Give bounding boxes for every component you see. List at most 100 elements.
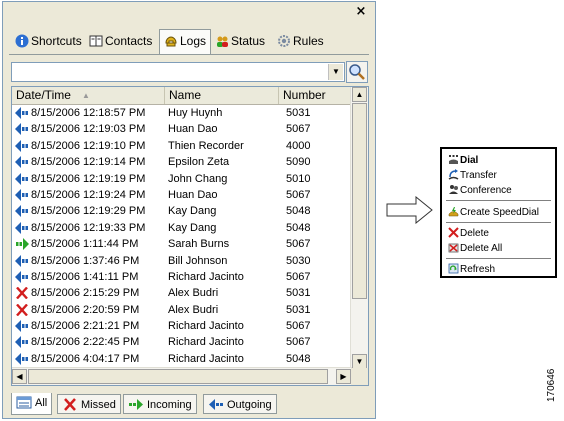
column-header-datetime[interactable]: Date/Time ▲ — [12, 87, 165, 104]
scroll-up-button[interactable]: ▲ — [352, 87, 367, 102]
tab-label: Contacts — [105, 34, 153, 48]
table-row[interactable]: 8/15/2006 12:19:24 PM Huan Dao 5067 — [12, 187, 352, 203]
cell-datetime: 8/15/2006 12:19:19 PM — [31, 172, 146, 185]
tab-outgoing[interactable]: Outgoing — [203, 394, 277, 414]
scroll-left-button[interactable]: ◀ — [12, 369, 27, 384]
tab-shortcuts[interactable]: Shortcuts — [11, 30, 86, 52]
menu-item-dial[interactable]: Dial — [448, 154, 478, 167]
cell-datetime: 8/15/2006 1:41:11 PM — [31, 270, 139, 283]
cell-datetime: 8/15/2006 2:20:59 PM — [31, 303, 140, 316]
missed-icon — [64, 398, 76, 411]
table-row[interactable]: 8/15/2006 12:19:10 PM Thien Recorder 4000 — [12, 138, 352, 154]
call-log-window: × Shortcuts Contacts Logs Status Rules ▼… — [2, 1, 376, 419]
call-log-table: Date/Time ▲ Name Number 8/15/2006 12:18:… — [11, 86, 369, 386]
tab-all[interactable]: All — [11, 393, 53, 415]
cell-name: Epsilon Zeta — [168, 156, 230, 169]
column-header-number[interactable]: Number — [279, 87, 352, 104]
tab-contacts[interactable]: Contacts — [85, 30, 156, 52]
cell-name: Alex Budri — [168, 303, 219, 316]
menu-separator — [446, 222, 551, 223]
menu-item-transfer[interactable]: Transfer — [448, 169, 497, 182]
table-row[interactable]: 8/15/2006 1:11:44 PM Sarah Burns 5067 — [12, 236, 352, 252]
cell-number: 5067 — [286, 336, 311, 349]
cell-name: Kay Dang — [168, 221, 217, 234]
column-header-name[interactable]: Name — [165, 87, 279, 104]
tab-status[interactable]: Status — [211, 30, 269, 52]
cell-datetime: 8/15/2006 2:22:45 PM — [31, 336, 140, 349]
table-row[interactable]: 8/15/2006 12:19:33 PM Kay Dang 5048 — [12, 220, 352, 236]
menu-item-delete-all[interactable]: Delete All — [448, 242, 502, 255]
table-row[interactable]: 8/15/2006 2:15:29 PM Alex Budri 5031 — [12, 285, 352, 301]
table-row[interactable]: 8/15/2006 2:21:21 PM Richard Jacinto 5067 — [12, 318, 352, 334]
menu-item-conference[interactable]: Conference — [448, 184, 512, 197]
table-row[interactable]: 8/15/2006 4:04:17 PM Richard Jacinto 5048 — [12, 351, 352, 367]
tab-logs[interactable]: Logs — [159, 29, 212, 54]
info-icon — [15, 34, 29, 48]
vertical-scrollbar[interactable]: ▲ ▼ — [350, 87, 368, 369]
tab-label: Outgoing — [227, 399, 272, 411]
table-row[interactable]: 8/15/2006 1:41:11 PM Richard Jacinto 5067 — [12, 269, 352, 285]
cell-name: Huan Dao — [168, 123, 218, 136]
table-row[interactable]: 8/15/2006 12:18:57 PM Huy Huynh 5031 — [12, 105, 352, 121]
tab-label: Incoming — [147, 399, 192, 411]
table-row[interactable]: 8/15/2006 2:20:59 PM Alex Budri 5031 — [12, 302, 352, 318]
cell-datetime: 8/15/2006 12:19:10 PM — [31, 139, 146, 152]
dial-icon — [449, 155, 458, 164]
horizontal-scroll-thumb[interactable] — [28, 369, 328, 384]
table-row[interactable]: 8/15/2006 12:19:14 PM Epsilon Zeta 5090 — [12, 154, 352, 170]
cell-number: 5031 — [286, 303, 311, 316]
horizontal-scrollbar[interactable]: ◀ ▶ — [12, 367, 352, 385]
table-row[interactable]: 8/15/2006 12:19:03 PM Huan Dao 5067 — [12, 121, 352, 137]
close-button[interactable]: × — [354, 5, 368, 19]
cell-number: 5048 — [286, 352, 311, 365]
table-header: Date/Time ▲ Name Number — [12, 87, 352, 105]
tab-label: All — [35, 397, 48, 409]
tab-label: Shortcuts — [31, 34, 82, 48]
tab-rules[interactable]: Rules — [273, 30, 328, 52]
address-book-icon — [89, 35, 103, 47]
scroll-down-button[interactable]: ▼ — [352, 354, 367, 369]
menu-separator — [446, 200, 551, 201]
search-button[interactable] — [346, 61, 368, 83]
cell-datetime: 8/15/2006 12:19:33 PM — [31, 221, 146, 234]
speeddial-icon — [448, 207, 459, 217]
gear-icon — [278, 35, 290, 47]
delete-icon — [448, 227, 459, 238]
tab-missed[interactable]: Missed — [57, 394, 121, 414]
menu-item-delete[interactable]: Delete — [448, 227, 489, 240]
menu-item-create-speeddial[interactable]: Create SpeedDial — [448, 206, 539, 219]
search-dropdown-button[interactable]: ▼ — [328, 64, 343, 80]
cell-name: Huan Dao — [168, 188, 218, 201]
refresh-icon — [448, 263, 459, 274]
table-row[interactable]: 8/15/2006 12:19:29 PM Kay Dang 5048 — [12, 203, 352, 219]
menu-item-label: Delete — [460, 228, 489, 239]
cell-datetime: 8/15/2006 12:19:24 PM — [31, 188, 146, 201]
table-body: 8/15/2006 12:18:57 PM Huy Huynh 5031 8/15/2… — [12, 105, 352, 367]
figure-id: 170646 — [546, 368, 557, 402]
all-calls-icon — [16, 396, 32, 409]
cell-number: 5031 — [286, 287, 311, 300]
vertical-scroll-thumb[interactable] — [352, 103, 367, 299]
cell-datetime: 8/15/2006 1:11:44 PM — [31, 238, 139, 251]
tab-label: Logs — [180, 34, 207, 48]
cell-number: 5067 — [286, 188, 311, 201]
menu-item-label: Refresh — [460, 264, 496, 275]
cell-name: Sarah Burns — [168, 238, 230, 251]
column-label: Number — [283, 88, 326, 102]
delete-all-icon — [448, 243, 459, 253]
sort-ascending-icon: ▲ — [82, 91, 90, 100]
search-input[interactable]: ▼ — [11, 62, 345, 82]
menu-item-refresh[interactable]: Refresh — [448, 263, 495, 276]
cell-name: Richard Jacinto — [168, 352, 244, 365]
table-row[interactable]: 8/15/2006 12:19:19 PM John Chang 5010 — [12, 171, 352, 187]
menu-item-label: Create SpeedDial — [460, 207, 539, 218]
tab-incoming[interactable]: Incoming — [123, 394, 197, 414]
transfer-icon — [448, 169, 459, 180]
tab-label: Rules — [293, 34, 324, 48]
table-row[interactable]: 8/15/2006 1:37:46 PM Bill Johnson 5030 — [12, 253, 352, 269]
search-icon — [349, 64, 365, 80]
scroll-right-button[interactable]: ▶ — [336, 369, 351, 384]
table-row[interactable]: 8/15/2006 2:22:45 PM Richard Jacinto 5067 — [12, 334, 352, 350]
cell-name: Huy Huynh — [168, 107, 223, 119]
column-label: Name — [169, 88, 202, 102]
